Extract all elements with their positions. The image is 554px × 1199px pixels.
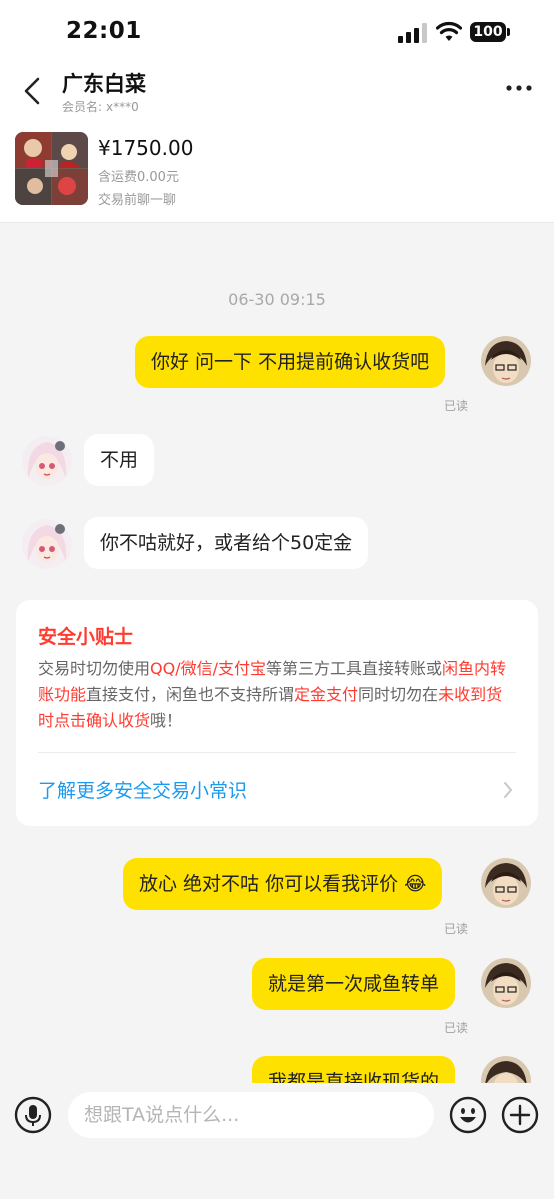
message-bubble-incoming[interactable]: 不用 — [84, 434, 155, 486]
emoji-icon[interactable] — [449, 1096, 487, 1134]
member-name: 会员名: x***0 — [62, 98, 139, 115]
product-thumbnail[interactable] — [15, 132, 88, 205]
chat-timestamp: 06-30 09:15 — [228, 290, 326, 309]
message-bubble-incoming[interactable]: 你不咕就好，或者给个50定金 — [84, 517, 369, 569]
status-time: 22:01 — [66, 18, 142, 44]
shipping-fee: 含运费0.00元 — [98, 170, 179, 185]
safety-tips-card: 安全小贴士 交易时切勿使用QQ/微信/支付宝等第三方工具直接转账或闲鱼内转账功能… — [16, 600, 538, 826]
pre-trade-note: 交易前聊一聊 — [98, 193, 177, 208]
battery-icon: 100 — [470, 22, 512, 42]
read-status: 已读 — [444, 1021, 469, 1035]
member-value: x***0 — [106, 100, 139, 114]
more-horizontal-icon[interactable] — [504, 78, 534, 98]
member-label: 会员名: — [62, 100, 103, 114]
read-status: 已读 — [444, 922, 469, 936]
chat-title: 广东白菜 — [62, 72, 146, 96]
my-avatar[interactable] — [481, 958, 531, 1008]
chevron-left-icon[interactable] — [18, 74, 48, 108]
product-price: ¥1750.00 — [98, 136, 194, 160]
message-bubble-outgoing[interactable]: 你好 问一下 不用提前确认收货吧 — [135, 336, 446, 388]
battery-level: 100 — [470, 22, 506, 42]
seller-avatar[interactable] — [22, 519, 72, 569]
message-bubble-outgoing[interactable]: 放心 绝对不咕 你可以看我评价 😂 — [123, 858, 443, 910]
cellular-signal-icon — [398, 23, 427, 43]
wifi-icon — [436, 21, 462, 41]
read-status: 已读 — [444, 399, 469, 413]
status-bar: 22:01 100 — [0, 0, 554, 64]
plus-icon[interactable] — [501, 1096, 539, 1134]
message-input-bar — [0, 1083, 554, 1199]
chevron-right-icon[interactable] — [502, 780, 514, 800]
safety-tips-text: 交易时切勿使用QQ/微信/支付宝等第三方工具直接转账或闲鱼内转账功能直接支付，闲… — [38, 659, 507, 730]
product-card[interactable]: ¥1750.00 含运费0.00元 交易前聊一聊 — [0, 124, 554, 223]
message-input[interactable] — [68, 1092, 434, 1138]
my-avatar[interactable] — [481, 336, 531, 386]
seller-avatar[interactable] — [22, 436, 72, 486]
message-bubble-outgoing[interactable]: 就是第一次咸鱼转单 — [252, 958, 456, 1010]
safety-tips-title: 安全小贴士 — [38, 626, 134, 648]
safety-learn-more-link[interactable]: 了解更多安全交易小常识 — [38, 776, 247, 803]
my-avatar[interactable] — [481, 858, 531, 908]
microphone-icon[interactable] — [14, 1096, 52, 1134]
divider — [38, 752, 516, 753]
chat-header: 广东白菜 会员名: x***0 — [0, 64, 554, 124]
